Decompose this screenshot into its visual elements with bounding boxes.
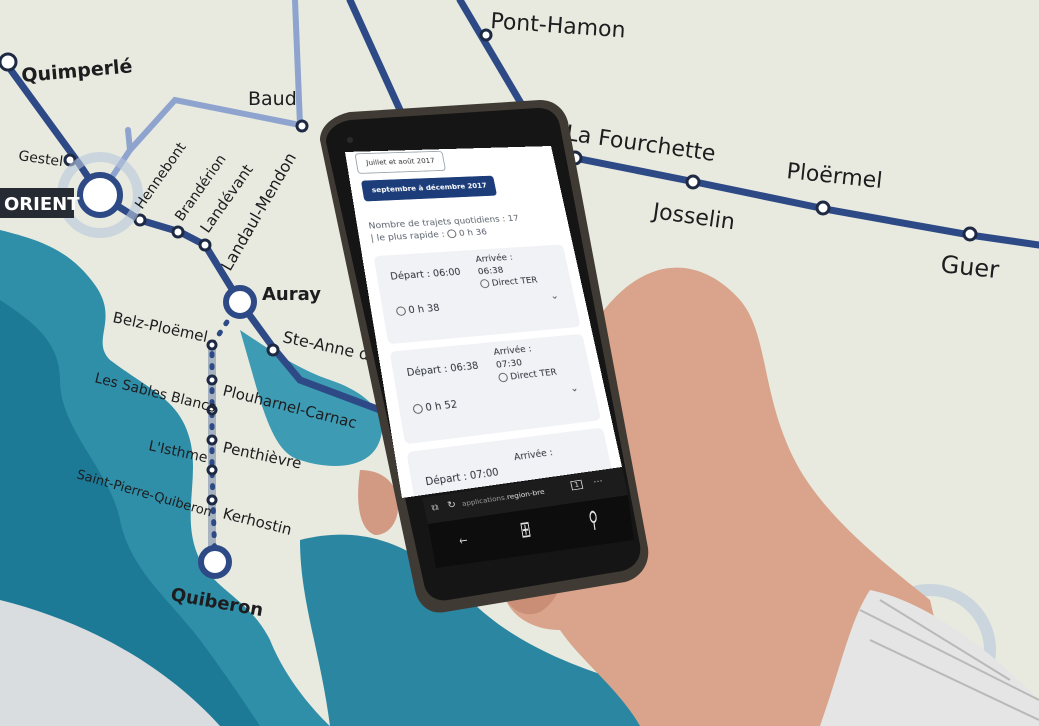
lorient-hub	[80, 175, 120, 215]
chevron-down-icon[interactable]: ⌄	[549, 290, 559, 302]
photo-scene: ORIENT Quimperlé Pont-Hamon Baud Gestel …	[0, 0, 1039, 726]
trip-departure: Départ : 06:38	[406, 360, 479, 378]
trip-mode: Direct TER	[498, 367, 558, 383]
tab-summer[interactable]: Juillet et août 2017	[355, 151, 447, 174]
windows-logo-icon[interactable]: ⊞	[518, 515, 533, 544]
tab-count-button[interactable]: 1	[570, 480, 583, 491]
back-arrow-icon[interactable]: ←	[455, 526, 471, 553]
station-label-lorient: ORIENT	[4, 194, 80, 215]
trip-card[interactable]: Départ : 06:38 Arrivée : 07:30 Direct TE…	[390, 334, 601, 445]
station-label-baud: Baud	[248, 88, 297, 110]
fastest-value: 0 h 36	[458, 228, 488, 239]
trip-arrival-label: Arrivée :	[493, 344, 533, 358]
trip-duration: 0 h 52	[412, 399, 458, 415]
clock-icon	[412, 404, 423, 415]
trip-duration-value: 0 h 38	[408, 303, 441, 316]
fastest-label: | le plus rapide :	[370, 230, 446, 244]
auray-hub	[226, 288, 254, 316]
url-prefix: applications.	[461, 494, 507, 508]
quiberon-hub	[201, 548, 229, 576]
trip-departure: Départ : 07:00	[425, 466, 500, 488]
trip-arrival-label: Arrivée :	[475, 253, 514, 265]
trip-summary: Nombre de trajets quotidiens : 17 | le p…	[368, 211, 558, 245]
trip-departure: Départ : 06:00	[389, 267, 461, 283]
trip-arrival-time: 07:30	[495, 358, 523, 371]
tabs-icon[interactable]: ⧉	[431, 502, 440, 513]
trip-arrival-label: Arrivée :	[513, 447, 554, 463]
trip-mode-label: Direct TER	[509, 367, 557, 382]
trip-duration: 0 h 38	[395, 303, 440, 317]
trip-mode: Direct TER	[480, 275, 539, 289]
refresh-icon[interactable]: ↻	[446, 499, 457, 511]
url-field[interactable]: applications.region-bre	[461, 488, 545, 508]
clock-icon	[447, 229, 458, 238]
front-camera-icon	[347, 137, 353, 143]
search-icon[interactable]: ⚲	[587, 505, 600, 534]
trip-duration-value: 0 h 52	[425, 399, 459, 414]
train-icon	[480, 279, 491, 288]
trip-arrival-time: 06:38	[477, 266, 504, 277]
more-icon[interactable]: ···	[592, 476, 603, 487]
station-label-auray: Auray	[262, 284, 321, 305]
trip-card[interactable]: Départ : 06:00 Arrivée : 06:38 Direct TE…	[374, 244, 581, 344]
clock-icon	[396, 306, 407, 316]
chevron-down-icon[interactable]: ⌄	[569, 382, 579, 395]
url-host: region-bre	[506, 488, 545, 501]
tab-september-december[interactable]: septembre à décembre 2017	[361, 176, 497, 202]
trip-mode-label: Direct TER	[491, 275, 538, 288]
train-icon	[498, 372, 509, 382]
